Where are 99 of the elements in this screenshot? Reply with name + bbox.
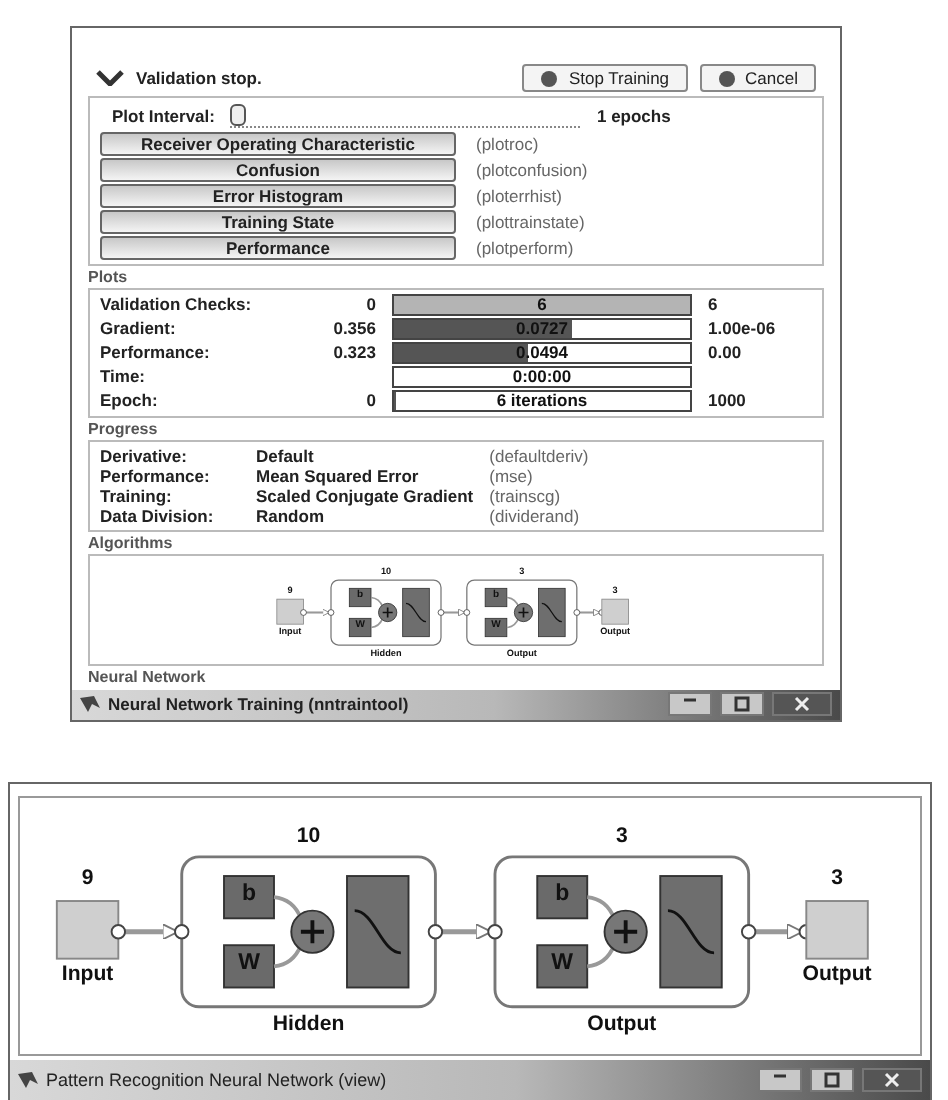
connector-line — [370, 596, 384, 629]
panel-heading: Algorithms — [88, 534, 175, 552]
panel-heading: Neural Network — [88, 668, 208, 686]
sigmoid-icon — [346, 875, 410, 989]
connector-arrow — [300, 608, 335, 617]
panel-heading: Progress — [88, 420, 160, 438]
layer-name: Output — [587, 1012, 657, 1037]
window-title: Pattern Recognition Neural Network (view) — [46, 1070, 389, 1090]
sigmoid-icon — [538, 587, 566, 638]
plot-button[interactable]: Receiver Operating Characteristic — [100, 132, 456, 156]
sigmoid-icon — [659, 875, 723, 989]
function-name: (plotconfusion) — [476, 160, 590, 180]
sum-icon — [378, 602, 398, 623]
input-block — [276, 598, 304, 625]
window-title: Neural Network Training (nntraintool) — [108, 695, 411, 715]
input-name: Input — [61, 962, 114, 987]
sigmoid-icon — [402, 587, 430, 638]
function-name: (defaultderiv) — [489, 446, 589, 466]
function-name: (mse) — [489, 466, 535, 486]
maximize-button[interactable] — [810, 1068, 854, 1092]
maximize-icon — [734, 697, 750, 713]
plot-button[interactable]: Confusion — [100, 158, 456, 182]
progress-value: 6 — [535, 296, 549, 314]
field-label: Performance: — [100, 343, 212, 363]
end-value: 0.00 — [708, 343, 744, 363]
connector-line — [585, 895, 617, 969]
sum-icon — [290, 909, 335, 954]
stop-icon — [540, 69, 559, 87]
close-icon — [884, 1072, 900, 1088]
end-value: 6 — [708, 295, 720, 315]
start-value: 0.356 — [331, 319, 376, 339]
field-label: Performance: — [100, 466, 212, 486]
panel-heading: Plots — [88, 268, 130, 286]
function-name: (plotperform) — [476, 238, 576, 258]
end-value: 1000 — [708, 391, 748, 411]
maximize-icon — [824, 1072, 840, 1088]
cancel-icon — [717, 69, 736, 87]
plot-button[interactable]: Performance — [100, 236, 456, 260]
connector-arrow — [427, 923, 503, 941]
output-name: Output — [802, 962, 872, 987]
field-label: Epoch: — [100, 391, 160, 411]
start-value: 0 — [364, 391, 376, 411]
close-button[interactable] — [772, 693, 832, 717]
field-label: Plot Interval: — [112, 107, 215, 127]
close-button[interactable] — [862, 1068, 922, 1092]
minimize-button[interactable] — [758, 1068, 802, 1092]
sum-icon — [513, 602, 534, 623]
output-block — [805, 900, 869, 960]
cancel-button[interactable]: Cancel — [699, 64, 816, 92]
start-value: 0.323 — [331, 343, 376, 363]
bias-block: b — [223, 875, 275, 920]
connector-line — [506, 596, 520, 629]
progress-value: 0.0727 — [514, 320, 570, 338]
function-name: (dividerand) — [489, 506, 582, 526]
weight-block: W — [223, 944, 275, 989]
input-block — [55, 900, 120, 960]
weight-block: W — [536, 944, 589, 989]
field-label: Derivative: — [100, 446, 189, 466]
close-icon — [794, 697, 810, 713]
maximize-button[interactable] — [720, 693, 764, 717]
connector-line — [272, 895, 303, 969]
slider-value: 1 epochs — [596, 107, 671, 127]
connector-arrow — [437, 608, 471, 617]
field-value: Scaled Conjugate Gradient — [256, 486, 474, 506]
slider-thumb[interactable] — [230, 104, 247, 126]
field-label: Validation Checks: — [100, 295, 254, 315]
plot-button[interactable]: Training State — [100, 210, 456, 234]
minimize-button[interactable] — [668, 693, 712, 717]
field-label: Gradient: — [100, 319, 178, 339]
start-value: 0 — [364, 295, 376, 315]
end-value: 1.00e-06 — [708, 319, 778, 339]
input-size: 9 — [81, 866, 94, 891]
output-size: 3 — [831, 866, 843, 891]
function-name: (trainscg) — [489, 486, 563, 506]
stop-button[interactable]: Stop Training — [522, 64, 688, 92]
plot-button[interactable]: Error Histogram — [100, 184, 456, 208]
function-name: (plottrainstate) — [476, 212, 587, 232]
output-block — [601, 598, 629, 625]
progress-value: 0:00:00 — [510, 368, 574, 386]
chevron-icon — [96, 70, 124, 86]
layer-name: Hidden — [272, 1012, 345, 1037]
app-logo-icon — [80, 695, 100, 715]
field-label: Data Division: — [100, 506, 216, 526]
app-logo-icon — [18, 1070, 38, 1090]
function-name: (plotroc) — [476, 134, 541, 154]
layer-size: 3 — [615, 823, 628, 848]
field-value: Mean Squared Error — [256, 466, 421, 486]
connector-arrow — [573, 608, 606, 617]
field-value: Random — [256, 506, 326, 526]
status-text: Validation stop. — [136, 68, 262, 88]
field-value: Default — [256, 446, 316, 466]
function-name: (ploterrhist) — [476, 186, 564, 206]
field-label: Training: — [100, 486, 174, 506]
field-label: Time: — [100, 367, 148, 387]
layer-size: 10 — [296, 823, 321, 848]
connector-arrow — [110, 923, 190, 941]
bias-block: b — [536, 875, 589, 920]
sum-icon — [603, 909, 648, 954]
progress-value: 6 iterations — [494, 392, 590, 410]
